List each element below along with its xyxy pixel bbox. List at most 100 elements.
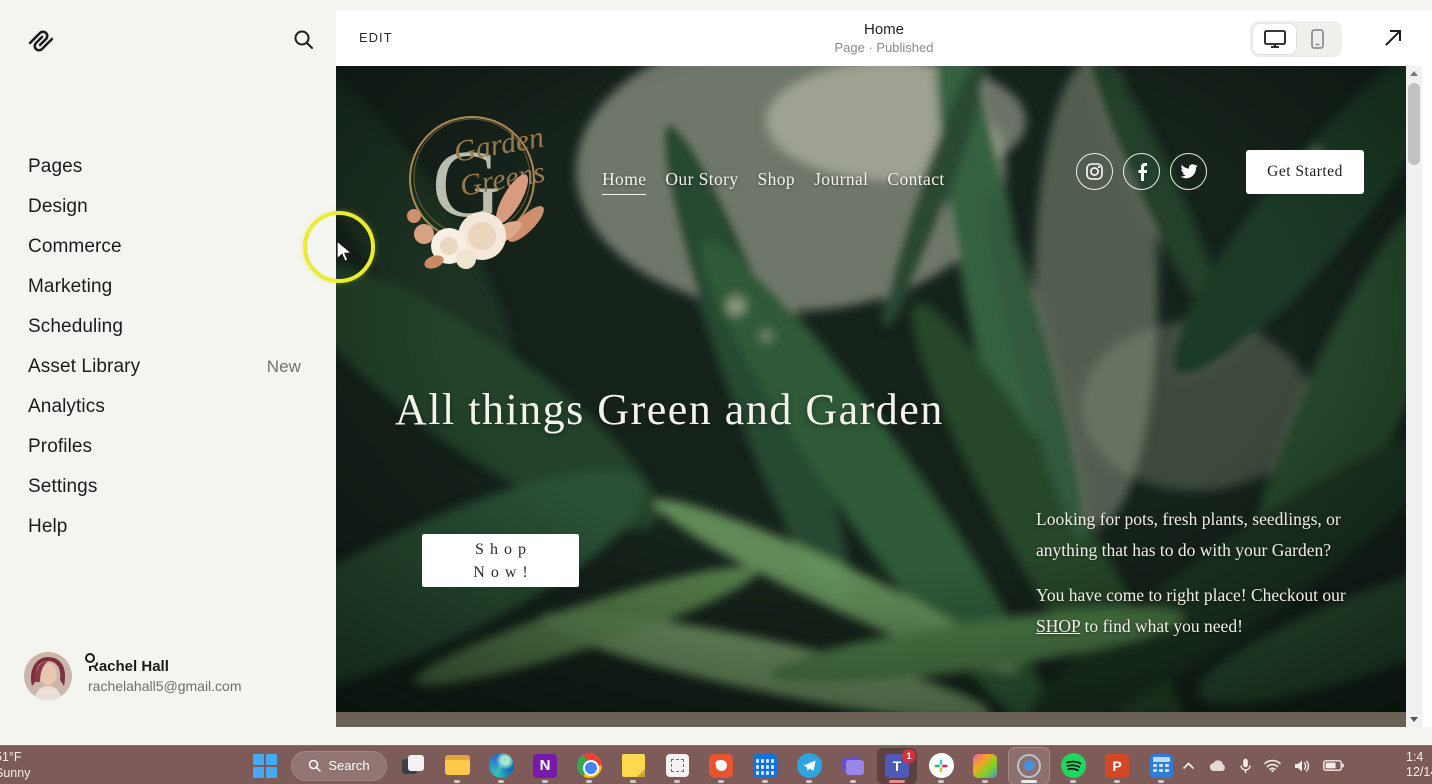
- adobe-cc-button[interactable]: [965, 748, 1005, 784]
- teams-notification-badge: 1: [902, 748, 916, 763]
- site-canvas: G Garden Greens Home Our Story Shop Jour…: [336, 66, 1406, 712]
- orange-app-button[interactable]: [701, 748, 741, 784]
- scrollbar-thumb[interactable]: [1408, 83, 1420, 165]
- site-preview-panel: EDIT Home Page · Published G Garden Gree…: [336, 10, 1432, 727]
- desktop-view-button[interactable]: [1253, 24, 1296, 54]
- hero-heading: All things Green and Garden: [395, 385, 944, 434]
- scroll-up-arrow[interactable]: [1406, 66, 1422, 81]
- account-button[interactable]: Rachel Hall rachelahall5@gmail.com: [24, 650, 242, 700]
- adobe-cc-icon: [973, 753, 997, 778]
- get-started-button[interactable]: Get Started: [1246, 150, 1364, 194]
- social-links: [1076, 153, 1207, 190]
- avatar: [24, 652, 72, 700]
- file-explorer-button[interactable]: [437, 748, 477, 784]
- taskbar-center: Search N T1 P: [243, 746, 1183, 784]
- facebook-icon[interactable]: [1123, 153, 1160, 190]
- intro-paragraph-2: You have come to right place! Checkout o…: [1036, 585, 1346, 636]
- windows-logo-icon: [253, 753, 277, 778]
- scroll-down-arrow[interactable]: [1406, 712, 1422, 727]
- slack-icon: [928, 753, 954, 778]
- slack-button[interactable]: [921, 748, 961, 784]
- shop-now-button[interactable]: Shop Now!: [422, 534, 579, 587]
- edge-icon: [488, 753, 514, 778]
- sidebar-item-design[interactable]: Design: [0, 187, 336, 227]
- user-email: rachelahall5@gmail.com: [88, 678, 242, 694]
- member-badge-icon: [82, 650, 98, 666]
- snipping-tool-button[interactable]: [657, 748, 697, 784]
- taskbar-search[interactable]: Search: [291, 750, 387, 781]
- chrome-button[interactable]: [569, 748, 609, 784]
- calendar-button[interactable]: [745, 748, 785, 784]
- search-icon: [309, 759, 322, 772]
- task-view-icon: [402, 754, 424, 777]
- microphone-icon[interactable]: [1240, 758, 1251, 774]
- site-nav-our-story[interactable]: Our Story: [665, 169, 738, 195]
- sidebar-item-pages[interactable]: Pages: [0, 147, 336, 187]
- open-in-new-tab-icon[interactable]: [1382, 27, 1404, 49]
- squarespace-logo-icon[interactable]: [26, 26, 56, 56]
- taskbar-clock[interactable]: 1:4 12/14: [1406, 750, 1432, 780]
- task-view-button[interactable]: [393, 748, 433, 784]
- start-button[interactable]: [245, 748, 285, 784]
- purple-cards-icon: [841, 754, 865, 778]
- sticky-notes-icon: [621, 754, 645, 777]
- telegram-icon: [796, 753, 822, 778]
- sidebar-nav: Pages Design Commerce Marketing Scheduli…: [0, 147, 336, 547]
- wifi-icon[interactable]: [1264, 759, 1281, 772]
- user-name: Rachel Hall: [88, 658, 169, 675]
- sidebar-item-asset-library[interactable]: Asset Library New: [0, 347, 336, 387]
- intro-paragraph-1: Looking for pots, fresh plants, seedling…: [1036, 509, 1341, 560]
- weather-widget[interactable]: 51°F Sunny: [0, 749, 30, 781]
- spotify-button[interactable]: [1053, 748, 1093, 784]
- calculator-icon: [1149, 753, 1173, 778]
- snipping-tool-icon: [665, 754, 689, 777]
- site-nav: Home Our Story Shop Journal Contact: [602, 169, 945, 195]
- teams-button[interactable]: T1: [877, 747, 917, 784]
- spotify-icon: [1060, 753, 1086, 778]
- mobile-view-button[interactable]: [1296, 24, 1339, 54]
- sidebar-item-scheduling[interactable]: Scheduling: [0, 307, 336, 347]
- sticky-notes-button[interactable]: [613, 748, 653, 784]
- sidebar-item-settings[interactable]: Settings: [0, 467, 336, 507]
- site-nav-journal[interactable]: Journal: [814, 169, 868, 195]
- sidebar-item-help[interactable]: Help: [0, 507, 336, 547]
- telegram-button[interactable]: [789, 748, 829, 784]
- site-logo[interactable]: G Garden Greens: [394, 84, 554, 284]
- new-badge: New: [266, 357, 301, 376]
- purple-cards-button[interactable]: [833, 748, 873, 784]
- preview-topbar: EDIT Home Page · Published: [336, 10, 1432, 66]
- site-nav-contact[interactable]: Contact: [887, 169, 944, 195]
- battery-icon[interactable]: [1323, 760, 1344, 771]
- onenote-button[interactable]: N: [525, 748, 565, 784]
- preview-scrollbar[interactable]: [1406, 66, 1422, 727]
- sidebar-item-commerce[interactable]: Commerce: [0, 227, 336, 267]
- twitter-icon[interactable]: [1170, 153, 1207, 190]
- intro-copy: Looking for pots, fresh plants, seedling…: [1036, 504, 1366, 641]
- search-icon[interactable]: [292, 28, 316, 52]
- calculator-button[interactable]: [1141, 748, 1181, 784]
- chrome-icon: [576, 753, 602, 778]
- file-explorer-icon: [444, 755, 470, 776]
- powerpoint-icon: P: [1105, 753, 1129, 778]
- volume-icon[interactable]: [1294, 759, 1310, 773]
- site-nav-shop[interactable]: Shop: [758, 169, 796, 195]
- device-toggle: [1250, 21, 1342, 57]
- instagram-icon[interactable]: [1076, 153, 1113, 190]
- shop-link[interactable]: SHOP: [1036, 616, 1080, 636]
- orange-app-icon: [709, 753, 733, 778]
- screen-recorder-icon: [1017, 753, 1041, 778]
- calendar-icon: [753, 753, 777, 778]
- screen-recorder-button[interactable]: [1008, 746, 1050, 784]
- edge-button[interactable]: [481, 748, 521, 784]
- windows-taskbar: 51°F Sunny Search N T1 P 1: [0, 745, 1432, 784]
- site-nav-home[interactable]: Home: [602, 169, 647, 195]
- onenote-icon: N: [533, 753, 557, 778]
- sidebar-item-marketing[interactable]: Marketing: [0, 267, 336, 307]
- next-section-strip: [336, 712, 1406, 727]
- tray-chevron-icon[interactable]: [1182, 761, 1195, 770]
- sidebar-item-analytics[interactable]: Analytics: [0, 387, 336, 427]
- system-tray: [1182, 746, 1344, 784]
- onedrive-cloud-icon[interactable]: [1208, 759, 1227, 772]
- powerpoint-button[interactable]: P: [1097, 748, 1137, 784]
- sidebar-item-profiles[interactable]: Profiles: [0, 427, 336, 467]
